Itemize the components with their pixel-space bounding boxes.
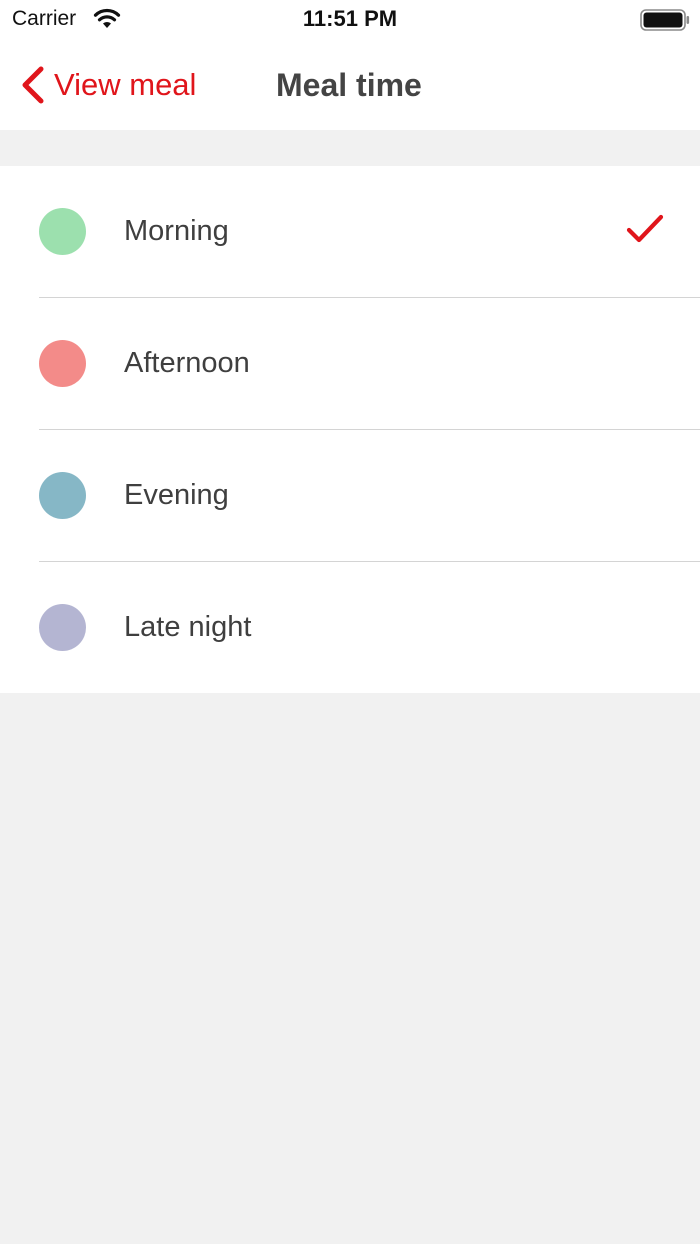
navigation-bar: View meal Meal time <box>0 40 700 130</box>
color-swatch <box>39 208 86 255</box>
color-swatch <box>39 604 86 651</box>
back-button-label: View meal <box>54 67 197 102</box>
page-title: Meal time <box>276 67 422 103</box>
list-item-afternoon[interactable]: Afternoon <box>39 297 700 429</box>
list-item-label: Afternoon <box>124 347 250 379</box>
list-item-morning[interactable]: Morning <box>0 166 700 297</box>
meal-time-list: Morning Afternoon Evening Late night <box>0 166 700 693</box>
chevron-left-icon <box>22 66 44 104</box>
color-swatch <box>39 340 86 387</box>
list-item-label: Morning <box>124 215 229 247</box>
list-item-evening[interactable]: Evening <box>39 429 700 561</box>
list-item-label: Late night <box>124 611 252 643</box>
battery-icon <box>640 9 690 31</box>
color-swatch <box>39 472 86 519</box>
screen: Carrier 11:51 PM View meal Meal time Mor… <box>0 0 700 1244</box>
status-bar: Carrier 11:51 PM <box>0 0 700 40</box>
clock: 11:51 PM <box>302 6 398 31</box>
checkmark-icon <box>626 214 664 243</box>
list-item-late-night[interactable]: Late night <box>39 561 700 693</box>
list-item-label: Evening <box>124 479 229 511</box>
back-button[interactable]: View meal <box>20 64 196 106</box>
